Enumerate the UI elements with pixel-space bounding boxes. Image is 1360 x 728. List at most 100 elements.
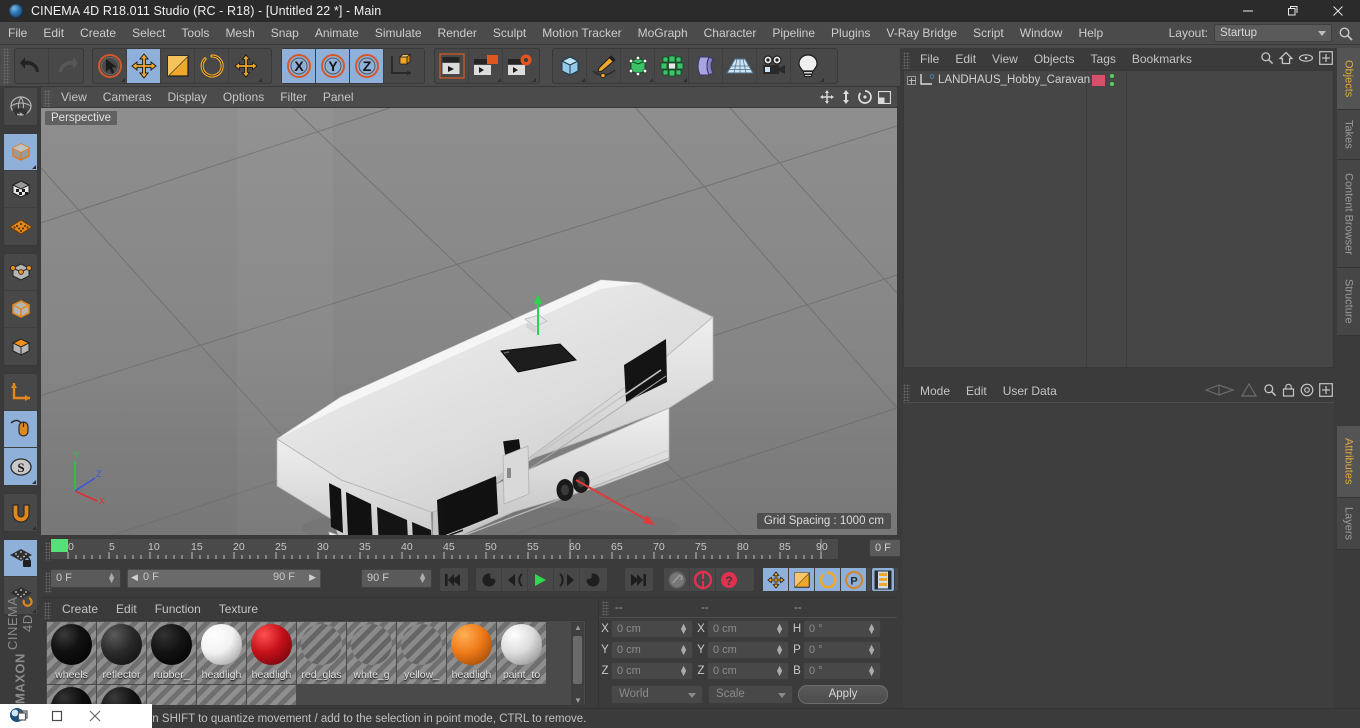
viewport-menu-options[interactable]: Options <box>215 87 272 108</box>
toolbar-grip[interactable] <box>3 48 10 84</box>
tab-structure[interactable]: Structure <box>1337 268 1360 336</box>
go-to-end-button[interactable] <box>624 567 654 592</box>
scale-icon[interactable] <box>161 49 195 83</box>
search-icon[interactable] <box>1263 383 1277 397</box>
material-item[interactable]: yellow_ <box>397 622 446 684</box>
spinner-icon[interactable]: ▲▼ <box>775 664 784 678</box>
menu-file[interactable]: File <box>0 22 35 45</box>
redo-icon[interactable] <box>49 49 83 83</box>
viewport-menu-cameras[interactable]: Cameras <box>95 87 160 108</box>
coord-z-position-input[interactable]: 0 cm ▲ ▼ <box>611 662 693 680</box>
zoom-icon[interactable] <box>840 90 852 104</box>
material-list[interactable]: wheels reflector rubber_ headligh headli… <box>45 620 586 706</box>
array-icon[interactable] <box>655 49 689 83</box>
key-position-button[interactable] <box>763 568 789 591</box>
expand-icon[interactable] <box>907 75 916 85</box>
timeline-button[interactable] <box>871 567 895 592</box>
nav-up-icon[interactable] <box>1240 383 1258 397</box>
y-axis-icon[interactable]: Y <box>316 49 350 83</box>
menu-create[interactable]: Create <box>72 22 124 45</box>
menu-vray-bridge[interactable]: V-Ray Bridge <box>878 22 965 45</box>
play-forward-loop-button[interactable] <box>580 568 606 591</box>
menu-script[interactable]: Script <box>965 22 1012 45</box>
menu-select[interactable]: Select <box>124 22 173 45</box>
visibility-dot-bottom-icon[interactable] <box>1110 82 1114 86</box>
objmgr-menu-view[interactable]: View <box>984 48 1026 70</box>
key-scale-button[interactable] <box>789 568 815 591</box>
undo-icon[interactable] <box>15 49 49 83</box>
attr-menu-edit[interactable]: Edit <box>958 380 995 402</box>
coord-x-size-input[interactable]: 0 cm ▲ ▼ <box>707 620 789 638</box>
objmgr-menu-edit[interactable]: Edit <box>947 48 984 70</box>
spinner-icon[interactable]: ▲▼ <box>679 622 688 636</box>
material-grip[interactable] <box>44 601 51 619</box>
material-item[interactable]: wheels <box>47 622 96 684</box>
attr-menu-user-data[interactable]: User Data <box>995 380 1065 402</box>
menu-render[interactable]: Render <box>430 22 485 45</box>
objmgr-menu-tags[interactable]: Tags <box>1083 48 1124 70</box>
preview-range-slider[interactable]: ◀ 0 F 90 F ▶ <box>127 569 321 588</box>
menu-mograph[interactable]: MoGraph <box>630 22 696 45</box>
points-mode-icon[interactable] <box>4 254 37 291</box>
scroll-up-icon[interactable]: ▲ <box>574 623 582 632</box>
spinner-icon[interactable]: ▲▼ <box>679 643 688 657</box>
spinner-icon[interactable]: ▲▼ <box>867 664 876 678</box>
viewport-3d[interactable]: Perspective Grid Spacing : 1000 cm Y X Z <box>41 108 897 535</box>
plus-box-icon[interactable] <box>1319 51 1333 65</box>
viewport-menu-panel[interactable]: Panel <box>315 87 362 108</box>
attribute-content[interactable] <box>903 402 1334 724</box>
maximize-view-icon[interactable] <box>878 90 891 104</box>
menu-plugins[interactable]: Plugins <box>823 22 878 45</box>
workplane-mode-icon[interactable] <box>4 208 37 245</box>
material-item[interactable]: reflector <box>97 622 146 684</box>
material-menu-function[interactable]: Function <box>146 598 210 620</box>
timeline-ruler[interactable]: 0 5 10 15 20 25 30 35 40 45 50 55 60 65 70 75 80 85 90 <box>50 538 839 560</box>
render-view-icon[interactable] <box>435 49 469 83</box>
apply-button[interactable]: Apply <box>798 685 888 704</box>
coord-y-position-input[interactable]: 0 cm ▲ ▼ <box>611 641 693 659</box>
floor-environment-icon[interactable] <box>723 49 757 83</box>
viewport-menu-display[interactable]: Display <box>159 87 214 108</box>
menu-motion-tracker[interactable]: Motion Tracker <box>534 22 629 45</box>
rotate-icon[interactable] <box>195 49 229 83</box>
menu-edit[interactable]: Edit <box>35 22 72 45</box>
material-item[interactable]: headligh <box>247 622 296 684</box>
close-icon[interactable] <box>76 704 114 728</box>
menu-animate[interactable]: Animate <box>307 22 367 45</box>
search-icon[interactable] <box>1260 51 1274 65</box>
magnet-icon[interactable] <box>4 494 37 531</box>
spinner-icon[interactable]: ▲▼ <box>107 571 116 585</box>
model-mode-icon[interactable] <box>4 134 37 171</box>
menu-pipeline[interactable]: Pipeline <box>764 22 823 45</box>
go-to-start-button[interactable] <box>439 567 469 592</box>
tab-takes[interactable]: Takes <box>1337 110 1360 160</box>
plus-box-icon[interactable] <box>1319 383 1333 397</box>
tab-attributes[interactable]: Attributes <box>1337 426 1360 498</box>
anim-max-frame-field[interactable]: 90 F ▲ ▼ <box>361 569 432 588</box>
material-item[interactable] <box>147 685 196 705</box>
viewport-solo-icon[interactable] <box>4 411 37 448</box>
go-to-start-icon[interactable] <box>440 568 466 591</box>
coordinate-mode-select[interactable]: Scale <box>708 685 793 704</box>
material-item[interactable]: red_glas <box>297 622 346 684</box>
camera-icon[interactable] <box>757 49 791 83</box>
material-item[interactable] <box>97 685 146 705</box>
light-icon[interactable] <box>791 49 825 83</box>
record-keyframe-button[interactable] <box>690 568 716 591</box>
windows-restore-icon[interactable] <box>38 704 76 728</box>
spinner-icon[interactable]: ▲▼ <box>867 643 876 657</box>
scroll-down-icon[interactable]: ▼ <box>574 696 582 705</box>
move-alt-icon[interactable] <box>229 49 263 83</box>
material-menu-create[interactable]: Create <box>53 598 107 620</box>
material-item[interactable]: headligh <box>197 622 246 684</box>
key-param-button[interactable]: P <box>841 568 867 591</box>
menu-character[interactable]: Character <box>696 22 765 45</box>
menu-sculpt[interactable]: Sculpt <box>485 22 534 45</box>
menu-help[interactable]: Help <box>1070 22 1111 45</box>
key-rotation-button[interactable] <box>815 568 841 591</box>
enable-snap-icon[interactable]: S <box>4 448 37 485</box>
spinner-icon[interactable]: ▲▼ <box>775 643 784 657</box>
spinner-icon[interactable]: ▲▼ <box>775 622 784 636</box>
play-backwards-loop-button[interactable] <box>476 568 502 591</box>
move-icon[interactable] <box>127 49 161 83</box>
